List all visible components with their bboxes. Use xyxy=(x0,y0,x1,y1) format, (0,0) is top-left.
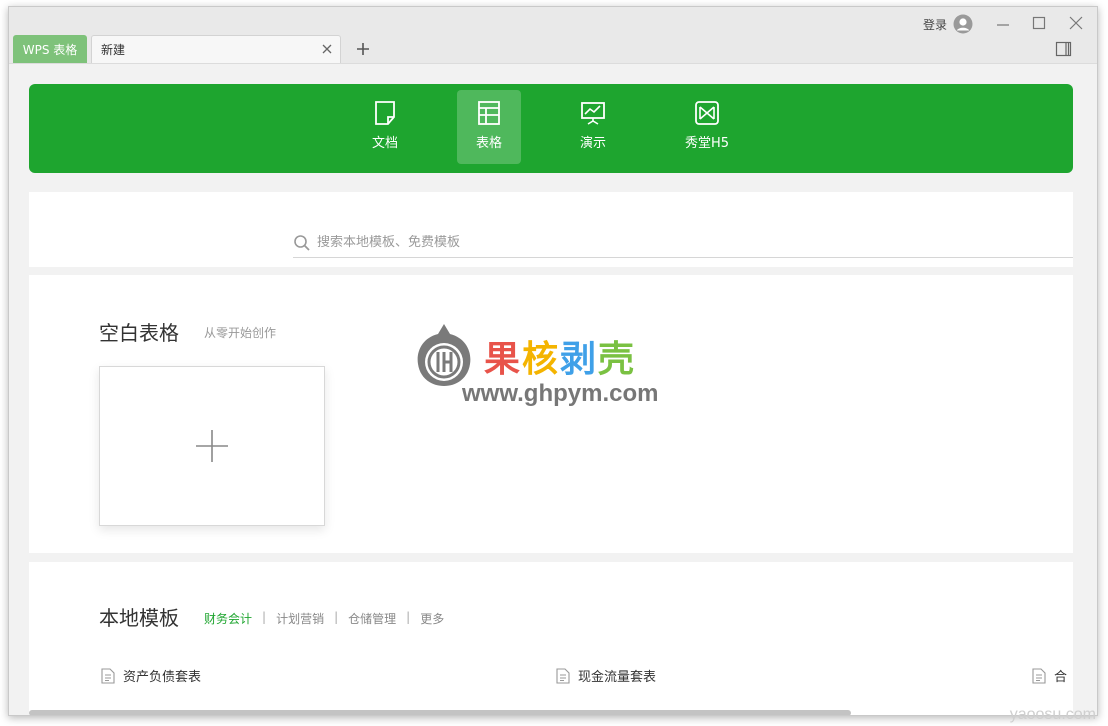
local-templates-title: 本地模板 xyxy=(99,606,179,630)
search-icon xyxy=(294,234,310,251)
maximize-icon[interactable] xyxy=(1031,15,1047,31)
login-label[interactable]: 登录 xyxy=(923,16,947,33)
minimize-icon[interactable] xyxy=(995,15,1011,31)
tab-wps-spreadsheet[interactable]: WPS 表格 xyxy=(13,35,87,63)
tab-new-label: 新建 xyxy=(101,43,126,57)
file-icon xyxy=(101,667,115,684)
filter-separator: | xyxy=(334,610,339,624)
window-close-icon[interactable] xyxy=(1068,15,1084,31)
blank-subtitle: 从零开始创作 xyxy=(204,326,277,340)
watermark-url: www.ghpym.com xyxy=(462,380,659,407)
filter-separator: | xyxy=(262,610,267,624)
template-filter-tabs: 财务会计 | 计划营销 | 仓储管理 | 更多 xyxy=(204,610,444,627)
blank-title: 空白表格 xyxy=(99,321,179,345)
search-box[interactable] xyxy=(293,228,1073,258)
new-document-page: 文档 表格 演示 秀堂H5 搜索本地模板、免费模板 空白表格 从零开始创作 果核… xyxy=(9,63,1097,715)
watermark: 果核剥壳 www.ghpym.com xyxy=(414,322,704,412)
app-window: WPS 表格 新建 登录 文档 表格 演示 秀堂H5 搜索本地模板、免费模板 空… xyxy=(8,6,1098,716)
blank-spreadsheet-panel: 空白表格 从零开始创作 果核剥壳 www.ghpym.com xyxy=(29,275,1073,553)
filter-warehouse[interactable]: 仓储管理 xyxy=(348,610,396,627)
category-h5[interactable]: 秀堂H5 xyxy=(675,90,739,164)
filter-marketing[interactable]: 计划营销 xyxy=(276,610,324,627)
h5-icon xyxy=(695,101,719,125)
local-templates-panel: 本地模板 财务会计 | 计划营销 | 仓储管理 | 更多 资产负债套表 现金流量… xyxy=(29,562,1073,715)
tab-app-label: WPS 表格 xyxy=(22,42,78,57)
category-label: 秀堂H5 xyxy=(684,136,730,151)
category-document[interactable]: 文档 xyxy=(353,90,417,164)
category-label: 文档 xyxy=(371,136,398,151)
filter-more[interactable]: 更多 xyxy=(420,610,444,627)
template-name: 合 xyxy=(1054,670,1068,685)
avatar-icon[interactable] xyxy=(953,14,973,34)
login-area[interactable]: 登录 xyxy=(923,13,973,35)
category-bar: 文档 表格 演示 秀堂H5 xyxy=(29,84,1073,173)
title-bar: WPS 表格 新建 登录 xyxy=(9,7,1097,63)
corner-watermark: yaoosu.com xyxy=(1009,706,1096,723)
document-icon xyxy=(375,101,395,125)
table-icon xyxy=(478,101,500,125)
category-presentation[interactable]: 演示 xyxy=(561,90,625,164)
tab-new[interactable]: 新建 xyxy=(91,35,341,63)
template-name: 现金流量套表 xyxy=(578,670,657,685)
category-label: 演示 xyxy=(579,136,606,151)
category-spreadsheet[interactable]: 表格 xyxy=(457,90,521,164)
watermark-brand-text: 果核剥壳 xyxy=(484,339,637,380)
close-icon[interactable] xyxy=(320,42,334,56)
template-item[interactable]: 资产负债套表 xyxy=(101,666,201,685)
filter-separator: | xyxy=(406,610,411,624)
presentation-icon xyxy=(581,102,605,125)
horizontal-scrollbar[interactable] xyxy=(29,710,851,715)
plus-icon xyxy=(196,430,228,462)
filter-finance[interactable]: 财务会计 xyxy=(204,610,252,627)
search-input[interactable] xyxy=(317,235,717,250)
template-name: 资产负债套表 xyxy=(123,670,202,685)
new-blank-spreadsheet-card[interactable] xyxy=(99,366,325,526)
file-icon xyxy=(1032,667,1046,684)
watermark-logo xyxy=(417,324,471,386)
template-item[interactable]: 现金流量套表 xyxy=(556,666,656,685)
template-item[interactable]: 合 xyxy=(1032,666,1067,685)
add-tab-icon[interactable] xyxy=(355,41,371,57)
watermark-brand: 果核剥壳 xyxy=(484,330,636,382)
file-icon xyxy=(556,667,570,684)
sidebar-toggle-icon[interactable] xyxy=(1055,41,1073,57)
search-panel xyxy=(29,192,1073,267)
category-label: 表格 xyxy=(475,136,502,151)
